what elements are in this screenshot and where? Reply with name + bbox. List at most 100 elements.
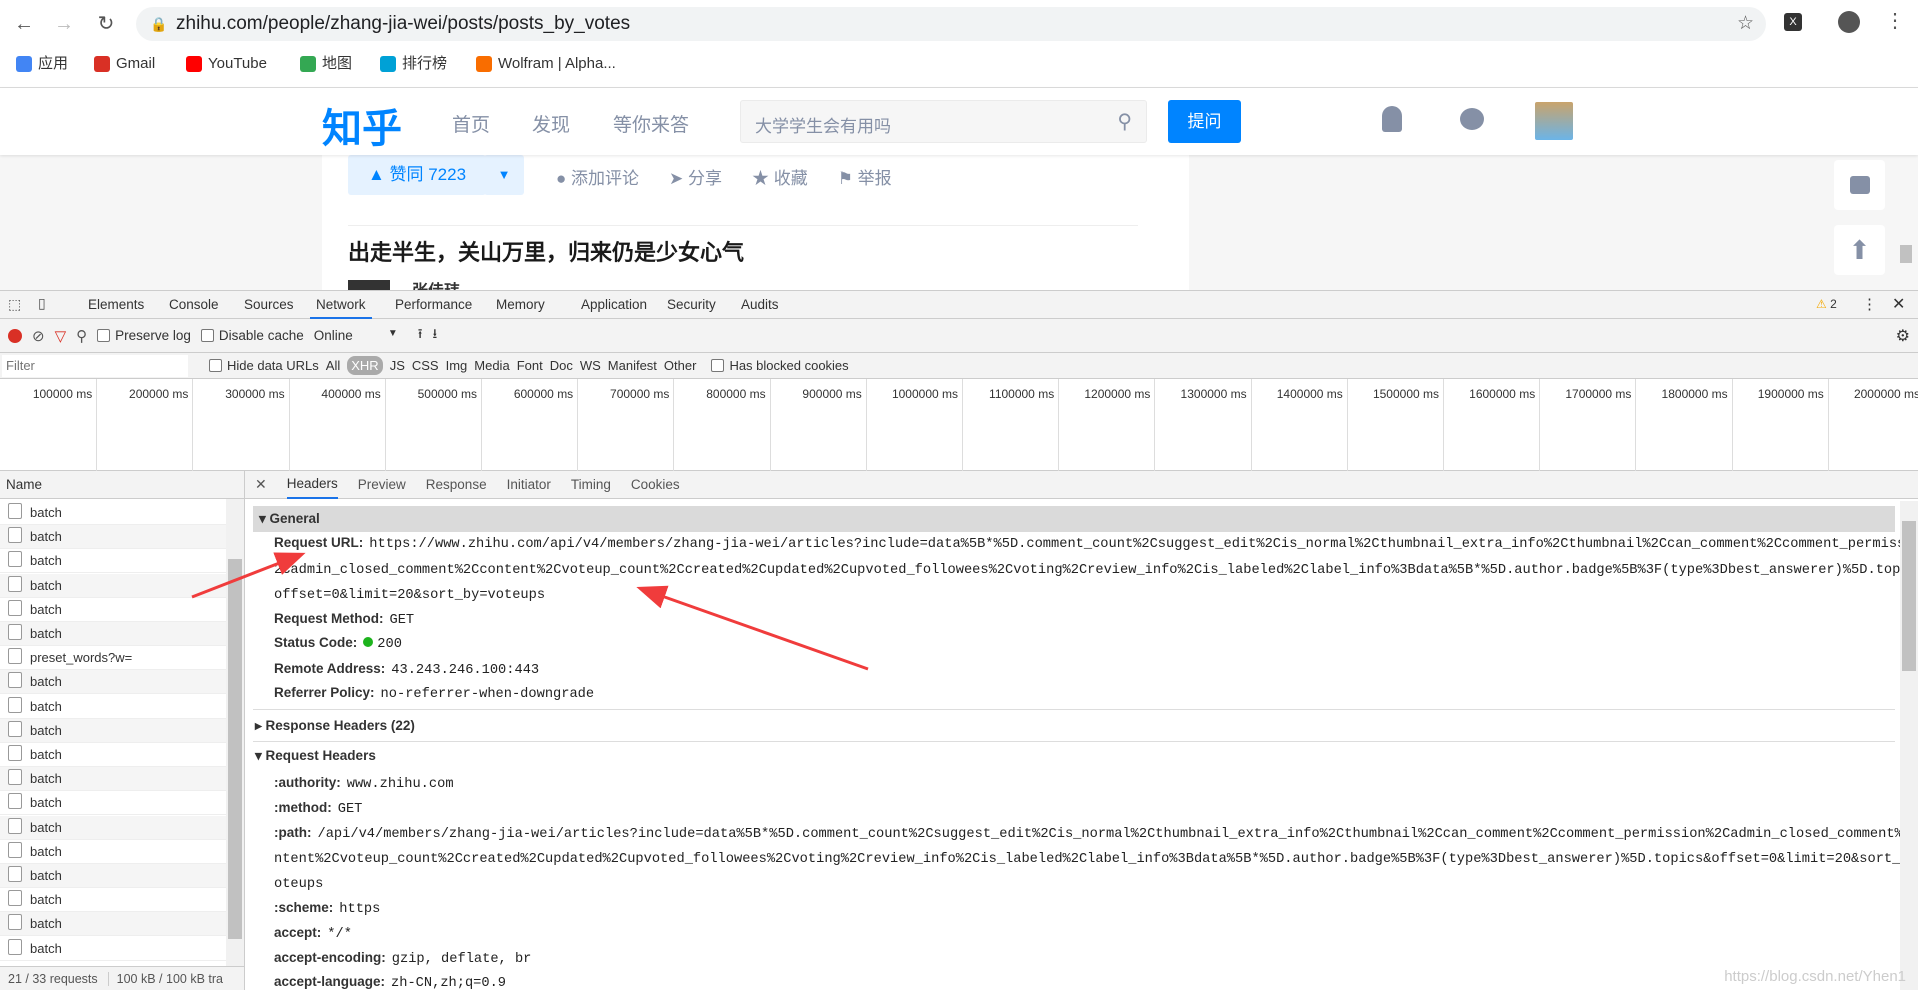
- bookmark-3[interactable]: 地图: [300, 52, 352, 76]
- clear-icon[interactable]: ⊘: [32, 327, 45, 345]
- filter-type-js[interactable]: JS: [390, 358, 405, 373]
- back-button[interactable]: ←: [10, 10, 38, 38]
- request-row[interactable]: batch: [0, 791, 226, 815]
- bookmark-0[interactable]: 应用: [16, 52, 68, 76]
- scrollbar-thumb[interactable]: [228, 559, 242, 939]
- author-avatar[interactable]: [348, 280, 390, 290]
- export-har-icon[interactable]: ⭳: [432, 324, 437, 347]
- disable-cache-checkbox[interactable]: Disable cache: [201, 328, 304, 343]
- filter-type-img[interactable]: Img: [446, 358, 468, 373]
- request-row[interactable]: batch: [0, 912, 226, 936]
- downvote-button[interactable]: ▼: [484, 155, 524, 195]
- has-blocked-cookies-checkbox[interactable]: Has blocked cookies: [711, 358, 848, 373]
- nav-home[interactable]: 首页: [452, 110, 490, 137]
- filter-type-media[interactable]: Media: [474, 358, 509, 373]
- bookmark-1[interactable]: Gmail: [94, 52, 155, 76]
- tab-security[interactable]: Security: [667, 291, 716, 319]
- hide-data-urls-checkbox[interactable]: Hide data URLs: [209, 358, 319, 373]
- page-scrollbar[interactable]: [1900, 245, 1912, 263]
- upvote-button[interactable]: ▲ 赞同 7223: [348, 155, 486, 195]
- request-row[interactable]: preset_words?w=: [0, 646, 226, 670]
- request-row[interactable]: batch: [0, 816, 226, 840]
- filter-type-doc[interactable]: Doc: [550, 358, 573, 373]
- search-input[interactable]: 大学学生会有用吗 ⚲: [740, 100, 1147, 143]
- request-row[interactable]: batch: [0, 525, 226, 549]
- bookmark-4[interactable]: 排行榜: [380, 52, 447, 76]
- tab-elements[interactable]: Elements: [88, 291, 144, 319]
- filter-type-other[interactable]: Other: [664, 358, 697, 373]
- filter-icon[interactable]: ▽: [55, 327, 67, 345]
- tab-application[interactable]: Application: [581, 291, 647, 319]
- inspect-icon[interactable]: ⬚: [8, 296, 21, 313]
- menu-icon[interactable]: ⋮: [1885, 8, 1905, 33]
- nav-waiting[interactable]: 等你来答: [613, 110, 689, 137]
- settings-gear-icon[interactable]: ⚙: [1896, 326, 1910, 346]
- request-row[interactable]: batch: [0, 767, 226, 791]
- devtools-menu-icon[interactable]: ⋮: [1862, 295, 1877, 313]
- close-devtools-icon[interactable]: ✕: [1892, 294, 1905, 314]
- request-row[interactable]: batch: [0, 840, 226, 864]
- address-bar[interactable]: 🔒 zhihu.com/people/zhang-jia-wei/posts/p…: [136, 7, 1766, 41]
- name-column-header[interactable]: Name: [0, 471, 244, 499]
- filter-type-all[interactable]: All: [326, 358, 340, 373]
- bell-icon[interactable]: [1382, 106, 1402, 132]
- request-row[interactable]: batch: [0, 549, 226, 573]
- article-title[interactable]: 出走半生，关山万里，归来仍是少女心气: [348, 235, 744, 267]
- filter-type-ws[interactable]: WS: [580, 358, 601, 373]
- search-icon[interactable]: ⚲: [1117, 109, 1132, 134]
- nav-discover[interactable]: 发现: [532, 110, 570, 137]
- ask-button[interactable]: 提问: [1168, 100, 1241, 143]
- share-button[interactable]: ➤ 分享: [669, 164, 722, 189]
- request-row[interactable]: batch: [0, 598, 226, 622]
- request-row[interactable]: batch: [0, 695, 226, 719]
- scrollbar-thumb[interactable]: [1902, 521, 1916, 671]
- extension-icon[interactable]: X: [1784, 13, 1802, 31]
- response-headers-header[interactable]: ▸ Response Headers (22): [255, 718, 415, 734]
- back-to-top-button[interactable]: ⬆: [1834, 225, 1885, 275]
- request-row[interactable]: batch: [0, 622, 226, 646]
- request-row[interactable]: batch: [0, 574, 226, 598]
- filter-type-css[interactable]: CSS: [412, 358, 439, 373]
- zhihu-logo[interactable]: 知乎: [322, 96, 402, 154]
- sidebar-box-button[interactable]: [1834, 160, 1885, 210]
- comment-button[interactable]: ● 添加评论: [556, 164, 639, 189]
- reload-button[interactable]: ↻: [92, 10, 120, 38]
- avatar[interactable]: [1535, 102, 1573, 140]
- bookmark-2[interactable]: YouTube: [186, 52, 267, 76]
- warning-badge[interactable]: ⚠ 2: [1816, 297, 1837, 311]
- tab-network[interactable]: Network: [310, 291, 372, 319]
- bookmark-5[interactable]: Wolfram | Alpha...: [476, 52, 616, 76]
- request-row[interactable]: batch: [0, 670, 226, 694]
- device-toggle-icon[interactable]: ▯: [38, 295, 46, 312]
- request-list-scrollbar[interactable]: [226, 499, 244, 966]
- network-overview-timeline[interactable]: 100000 ms200000 ms300000 ms400000 ms5000…: [0, 379, 1918, 471]
- forward-button[interactable]: →: [50, 10, 78, 38]
- request-row[interactable]: batch: [0, 864, 226, 888]
- request-row[interactable]: batch: [0, 501, 226, 525]
- preserve-log-checkbox[interactable]: Preserve log: [97, 328, 191, 343]
- request-headers-header[interactable]: ▾ Request Headers: [255, 748, 376, 764]
- tab-console[interactable]: Console: [169, 291, 219, 319]
- record-icon[interactable]: [8, 329, 22, 343]
- tab-audits[interactable]: Audits: [741, 291, 779, 319]
- filter-type-manifest[interactable]: Manifest: [608, 358, 657, 373]
- request-row[interactable]: batch: [0, 743, 226, 767]
- detail-scrollbar[interactable]: [1900, 501, 1918, 990]
- favorite-button[interactable]: ★ 收藏: [752, 164, 808, 189]
- import-har-icon[interactable]: ⭱: [418, 324, 423, 347]
- request-row[interactable]: batch: [0, 888, 226, 912]
- filter-input[interactable]: [2, 355, 188, 377]
- profile-icon[interactable]: [1838, 11, 1860, 33]
- filter-type-font[interactable]: Font: [517, 358, 543, 373]
- throttle-select[interactable]: Online▼: [314, 328, 398, 343]
- bookmark-star-icon[interactable]: ☆: [1737, 7, 1754, 41]
- messages-icon[interactable]: [1460, 108, 1484, 130]
- search-icon[interactable]: ⚲: [76, 327, 87, 345]
- tab-memory[interactable]: Memory: [496, 291, 545, 319]
- tab-performance[interactable]: Performance: [395, 291, 472, 319]
- request-row[interactable]: batch: [0, 937, 226, 961]
- filter-type-xhr[interactable]: XHR: [347, 356, 382, 375]
- request-row[interactable]: batch: [0, 719, 226, 743]
- tab-sources[interactable]: Sources: [244, 291, 294, 319]
- author-name[interactable]: 张佳玮: [412, 277, 460, 290]
